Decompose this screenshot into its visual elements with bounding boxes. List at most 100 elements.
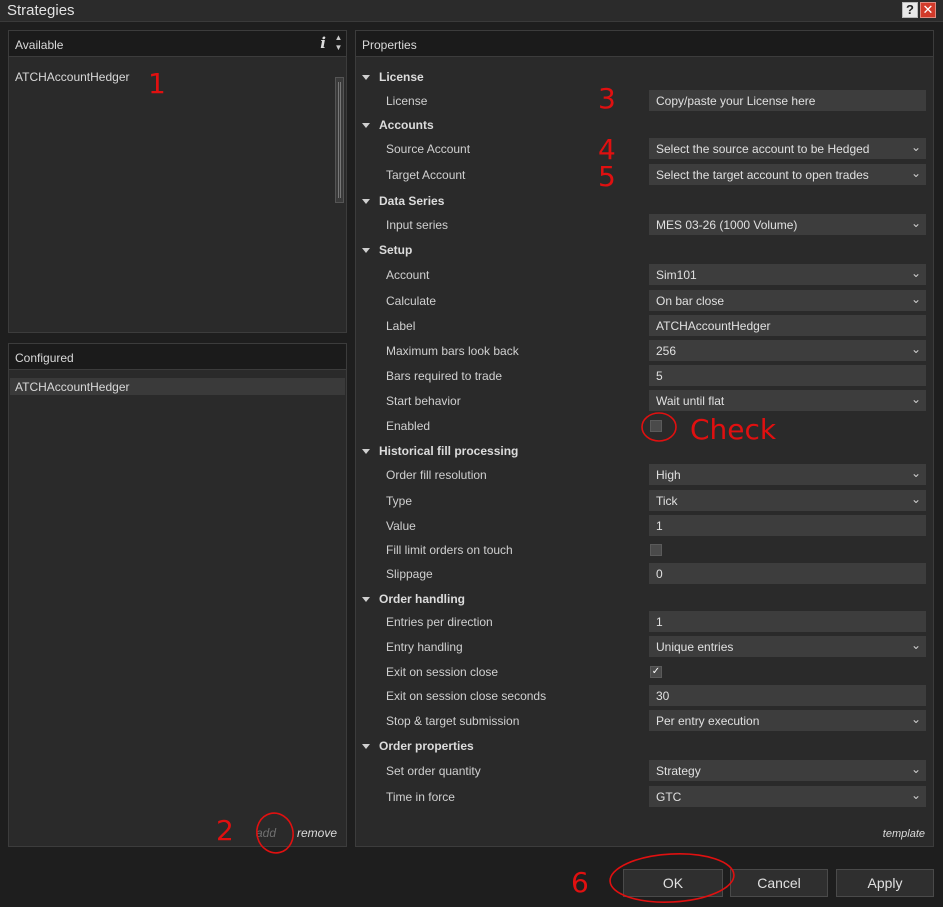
chevron-down-icon[interactable]: ⌄ (911, 342, 921, 356)
value-text: Sim101 (656, 268, 697, 282)
available-list-item[interactable]: ATCHAccountHedger (10, 68, 345, 85)
chevron-down-icon[interactable]: ⌄ (911, 492, 921, 506)
category-order-properties[interactable]: Order properties (362, 736, 474, 756)
prop-label-entry-handling: Entry handling (386, 640, 463, 654)
prop-label-bars-required-to-trade: Bars required to trade (386, 369, 503, 383)
info-icon[interactable]: i (320, 34, 326, 52)
checkmark-icon: ✓ (651, 666, 661, 677)
apply-button[interactable]: Apply (836, 869, 934, 897)
properties-panel: Properties template License License Copy/p… (355, 30, 934, 847)
value-text: Per entry execution (656, 714, 760, 728)
triangle-down-icon[interactable] (362, 448, 370, 454)
select-entry-handling[interactable]: Unique entries ⌄ (649, 636, 926, 657)
available-scrollbar[interactable] (335, 77, 344, 203)
scrollbar-grip[interactable] (338, 82, 341, 198)
cancel-button[interactable]: Cancel (730, 869, 828, 897)
close-icon[interactable]: ✕ (920, 2, 936, 18)
triangle-down-icon[interactable] (362, 198, 370, 204)
prop-label-start-behavior: Start behavior (386, 394, 461, 408)
category-label: Setup (379, 243, 413, 257)
value-text: 256 (656, 344, 677, 358)
remove-button[interactable]: remove (297, 826, 337, 840)
chevron-down-icon[interactable]: ⌄ (911, 266, 921, 280)
template-button[interactable]: template (883, 828, 925, 840)
select-set-order-quantity[interactable]: Strategy ⌄ (649, 760, 926, 781)
category-order-handling[interactable]: Order handling (362, 589, 465, 609)
chevron-down-icon[interactable]: ⌄ (911, 762, 921, 776)
ok-button[interactable]: OK (623, 869, 723, 897)
input-value[interactable]: 1 (649, 515, 926, 536)
value-text: 1 (656, 615, 663, 629)
select-source-account[interactable]: Select the source account to be Hedged ⌄ (649, 138, 926, 159)
select-time-in-force[interactable]: GTC ⌄ (649, 786, 926, 807)
available-panel: Available i ▲ ▼ ATCHAccountHedger (8, 30, 347, 333)
value-text: Strategy (656, 764, 701, 778)
prop-label-entries-per-direction: Entries per direction (386, 615, 493, 629)
triangle-down-icon[interactable] (362, 743, 370, 749)
prop-label-calculate: Calculate (386, 294, 437, 308)
category-label: Accounts (379, 118, 434, 132)
triangle-down-icon[interactable] (362, 74, 370, 80)
add-button[interactable]: add (256, 826, 276, 840)
select-account[interactable]: Sim101 ⌄ (649, 264, 926, 285)
value-text: High (656, 468, 681, 482)
triangle-down-icon[interactable] (362, 122, 370, 128)
select-calculate[interactable]: On bar close ⌄ (649, 290, 926, 311)
prop-label-maximum-bars-look-back: Maximum bars look back (386, 344, 519, 358)
configured-header: Configured (9, 344, 346, 370)
prop-label-set-order-quantity: Set order quantity (386, 764, 481, 778)
value-text: GTC (656, 790, 682, 804)
category-historical-fill-processing[interactable]: Historical fill processing (362, 441, 518, 461)
value-text: 0 (656, 567, 663, 581)
chevron-down-icon[interactable]: ⌄ (911, 712, 921, 726)
annotation-1: 1 (148, 67, 166, 100)
checkbox-fill-limit-orders-on-touch[interactable] (650, 544, 662, 556)
chevron-down-icon[interactable]: ⌄ (911, 392, 921, 406)
header-scroll-arrows[interactable]: ▲ ▼ (334, 33, 343, 53)
annotation-3: 3 (598, 82, 616, 115)
chevron-down-icon[interactable]: ⌄ (911, 638, 921, 652)
category-data-series[interactable]: Data Series (362, 191, 444, 211)
chevron-down-icon[interactable]: ⌄ (911, 788, 921, 802)
category-accounts[interactable]: Accounts (362, 115, 434, 135)
input-exit-on-session-close-seconds[interactable]: 30 (649, 685, 926, 706)
chevron-down-icon[interactable]: ⌄ (911, 292, 921, 306)
chevron-down-icon[interactable]: ⌄ (911, 466, 921, 480)
prop-label-source-account: Source Account (386, 142, 471, 156)
chevron-down-icon[interactable]: ⌄ (911, 166, 921, 180)
help-icon[interactable]: ? (902, 2, 918, 18)
triangle-down-icon[interactable] (362, 596, 370, 602)
category-label: Order properties (379, 739, 474, 753)
select-order-fill-resolution[interactable]: High ⌄ (649, 464, 926, 485)
select-type[interactable]: Tick ⌄ (649, 490, 926, 511)
input-entries-per-direction[interactable]: 1 (649, 611, 926, 632)
prop-label-license: License (386, 94, 428, 108)
chevron-down-icon[interactable]: ⌄ (911, 140, 921, 154)
category-label: Order handling (379, 592, 466, 606)
prop-label-exit-on-session-close: Exit on session close (386, 665, 499, 679)
input-bars-required-to-trade[interactable]: 5 (649, 365, 926, 386)
prop-label-slippage: Slippage (386, 567, 433, 581)
checkbox-enabled[interactable] (650, 420, 662, 432)
value-text: 1 (656, 519, 663, 533)
prop-label-enabled: Enabled (386, 419, 431, 433)
configured-list-item[interactable]: ATCHAccountHedger (10, 378, 345, 395)
annotation-6: 6 (571, 866, 589, 899)
triangle-down-icon[interactable] (362, 247, 370, 253)
select-start-behavior[interactable]: Wait until flat ⌄ (649, 390, 926, 411)
value-text: Select the target account to open trades (656, 168, 869, 182)
value-text: Select the source account to be Hedged (656, 142, 870, 156)
input-label[interactable]: ATCHAccountHedger (649, 315, 926, 336)
checkbox-exit-on-session-close[interactable]: ✓ (650, 666, 662, 678)
select-maximum-bars-look-back[interactable]: 256 ⌄ (649, 340, 926, 361)
chevron-down-icon[interactable]: ⌄ (911, 216, 921, 230)
select-input-series[interactable]: MES 03-26 (1000 Volume) ⌄ (649, 214, 926, 235)
category-license[interactable]: License (362, 67, 424, 87)
category-setup[interactable]: Setup (362, 240, 412, 260)
input-slippage[interactable]: 0 (649, 563, 926, 584)
properties-title: Properties (362, 38, 417, 52)
select-stop-target-submission[interactable]: Per entry execution ⌄ (649, 710, 926, 731)
input-license[interactable]: Copy/paste your License here (649, 90, 926, 111)
value-text: Tick (656, 494, 678, 508)
select-target-account[interactable]: Select the target account to open trades… (649, 164, 926, 185)
